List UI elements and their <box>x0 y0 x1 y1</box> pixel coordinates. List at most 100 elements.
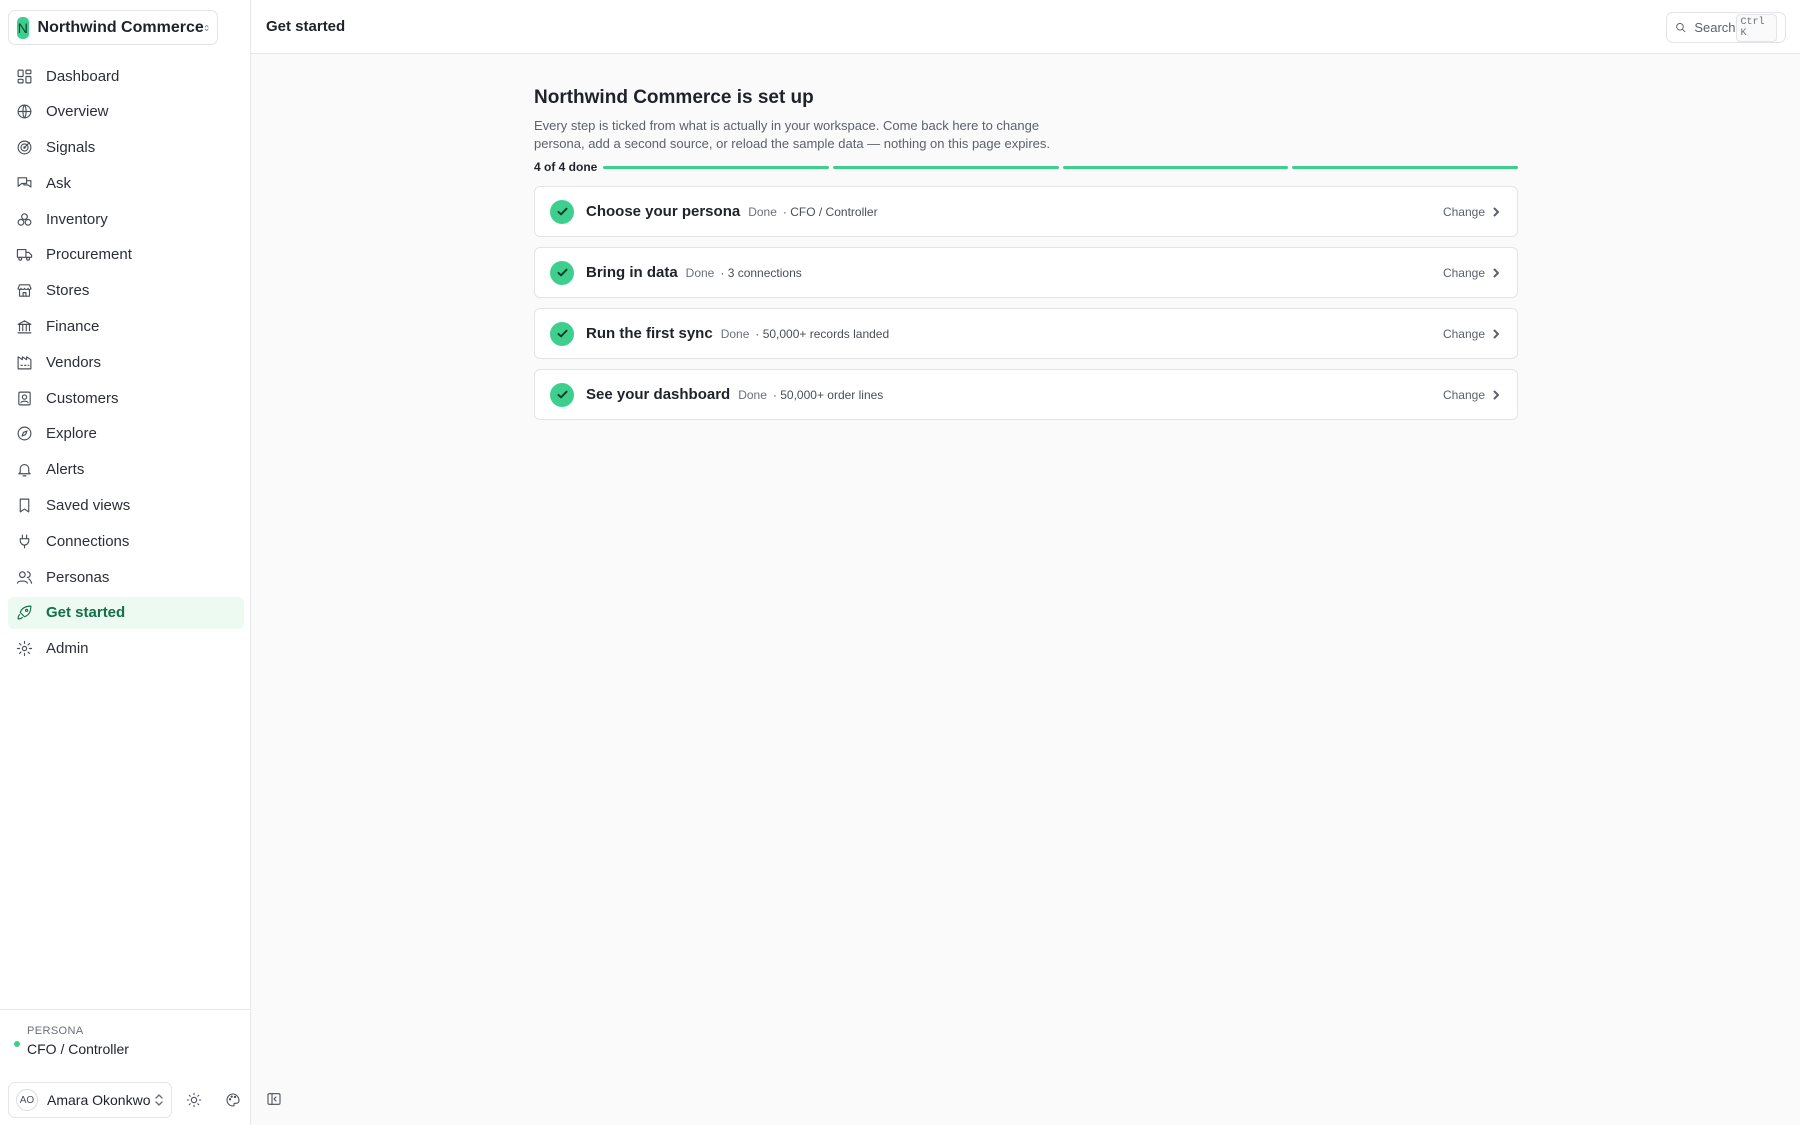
step-title: Choose your persona <box>586 203 741 220</box>
progress-segment-fill <box>1062 165 1289 169</box>
sidebar-item-overview[interactable]: Overview <box>8 96 244 128</box>
sidebar-item-personas[interactable]: Personas <box>8 561 244 593</box>
chevron-right-icon <box>1493 329 1499 338</box>
plug-icon <box>19 534 30 549</box>
panel-collapse-icon <box>267 1093 281 1105</box>
sidebar-item-finance[interactable]: Finance <box>8 311 244 343</box>
step-change-button[interactable]: Change <box>1443 266 1501 280</box>
bell-icon <box>18 464 31 477</box>
sidebar-item-label: Dashboard <box>46 67 120 85</box>
workspace-logo: N <box>17 16 29 39</box>
sidebar-item-label: Admin <box>46 640 89 658</box>
sidebar-item-ask[interactable]: Ask <box>8 167 244 199</box>
step-detail: · 3 connections <box>720 265 802 280</box>
sidebar-item-label: Inventory <box>46 210 108 228</box>
store-icon <box>17 284 32 298</box>
collapse-sidebar-button[interactable] <box>263 1088 285 1110</box>
workspace-switcher[interactable]: N Northwind Commerce <box>8 10 218 45</box>
avatar: AO <box>16 1089 38 1111</box>
search-button[interactable]: Search Ctrl K <box>1666 12 1786 43</box>
setup-steps: Choose your persona Done · CFO / Control… <box>534 186 1518 420</box>
step-status: Done <box>720 326 750 341</box>
step-choose-persona[interactable]: Choose your persona Done · CFO / Control… <box>534 186 1518 237</box>
sidebar-item-get-started[interactable]: Get started <box>8 596 244 629</box>
dashboard-icon <box>17 69 32 83</box>
step-detail: · CFO / Controller <box>782 204 878 219</box>
step-see-dashboard[interactable]: See your dashboard Done · 50,000+ order … <box>534 369 1518 420</box>
sidebar-item-signals[interactable]: Signals <box>8 132 244 164</box>
sidebar-item-label: Stores <box>46 282 90 300</box>
sidebar-item-label: Explore <box>46 425 97 443</box>
step-status: Done <box>748 204 777 219</box>
step-title: See your dashboard <box>586 386 731 403</box>
sidebar-item-admin[interactable]: Admin <box>8 633 244 665</box>
compass-icon <box>17 427 32 441</box>
palette-icon <box>226 1093 240 1107</box>
setup-description: Every step is ticked from what is actual… <box>534 118 1050 151</box>
globe-icon <box>17 104 32 119</box>
sidebar-item-label: Overview <box>46 103 109 121</box>
sidebar-item-label: Get started <box>46 604 126 622</box>
sidebar-item-customers[interactable]: Customers <box>8 382 244 414</box>
progress-segment-fill <box>833 165 1059 169</box>
contact-icon <box>18 391 31 406</box>
chevron-right-icon <box>1493 268 1499 277</box>
step-change-button[interactable]: Change <box>1443 388 1501 402</box>
chevron-up-down-icon <box>155 1094 163 1106</box>
sidebar: N Northwind Commerce Dashboard Overview … <box>0 0 251 1125</box>
sidebar-item-label: Procurement <box>46 246 132 264</box>
step-change-button[interactable]: Change <box>1443 205 1501 219</box>
progress-segment-fill <box>1292 165 1519 169</box>
search-icon <box>1676 23 1686 33</box>
sidebar-item-stores[interactable]: Stores <box>8 275 244 307</box>
step-detail: · 50,000+ records landed <box>755 326 890 341</box>
workspace-name: Northwind Commerce <box>37 18 204 36</box>
chat-icon <box>17 177 32 188</box>
palette-button[interactable] <box>222 1089 244 1111</box>
chevron-up-down-icon <box>204 24 209 31</box>
step-first-sync[interactable]: Run the first sync Done · 50,000+ record… <box>534 308 1518 359</box>
step-bring-in-data[interactable]: Bring in data Done · 3 connections Chang… <box>534 247 1518 298</box>
sidebar-item-label: Finance <box>46 318 100 336</box>
step-change-button[interactable]: Change <box>1443 327 1501 341</box>
sidebar-item-vendors[interactable]: Vendors <box>8 346 244 378</box>
setup-heading: Northwind Commerce is set up <box>534 87 814 108</box>
rocket-icon <box>17 606 32 620</box>
progress-segment-fill <box>603 165 830 169</box>
step-change-label: Change <box>1442 204 1485 219</box>
persona-indicator: Persona CFO / Controller <box>0 1009 251 1057</box>
persona-value: CFO / Controller <box>27 1041 129 1057</box>
gear-icon <box>16 641 33 657</box>
step-change-label: Change <box>1442 387 1485 402</box>
user-menu-button[interactable]: AO Amara Okonkwo <box>8 1082 172 1118</box>
radar-icon <box>17 140 32 155</box>
theme-toggle-button[interactable] <box>183 1089 205 1111</box>
sidebar-item-procurement[interactable]: Procurement <box>8 239 244 271</box>
sidebar-item-label: Vendors <box>46 353 102 371</box>
sidebar-item-dashboard[interactable]: Dashboard <box>8 60 244 92</box>
users-icon <box>16 570 33 584</box>
truck-icon <box>16 249 33 262</box>
search-shortcut: Ctrl K <box>1735 13 1777 42</box>
progress-segment <box>1062 165 1289 169</box>
boxes-icon <box>17 212 32 226</box>
step-status: Done <box>738 387 767 402</box>
sidebar-item-explore[interactable]: Explore <box>8 418 244 450</box>
sidebar-item-saved-views[interactable]: Saved views <box>8 490 244 522</box>
user-name: Amara Okonkwo <box>47 1092 151 1108</box>
step-title: Run the first sync <box>586 325 713 342</box>
page-title: Get started <box>266 18 346 35</box>
search-label: Search <box>1694 20 1736 35</box>
sidebar-item-alerts[interactable]: Alerts <box>8 454 244 486</box>
step-change-label: Change <box>1442 265 1485 280</box>
sidebar-item-inventory[interactable]: Inventory <box>8 203 244 235</box>
sun-icon <box>186 1092 202 1108</box>
check-circle-icon <box>550 199 574 224</box>
sidebar-nav: Dashboard Overview Signals Ask Inventory… <box>8 60 244 669</box>
sidebar-item-label: Personas <box>46 568 110 586</box>
sidebar-item-connections[interactable]: Connections <box>8 525 244 557</box>
check-circle-icon <box>550 382 574 407</box>
sidebar-item-label: Connections <box>46 532 130 550</box>
progress-segment <box>833 165 1059 169</box>
sidebar-item-label: Customers <box>46 389 119 407</box>
